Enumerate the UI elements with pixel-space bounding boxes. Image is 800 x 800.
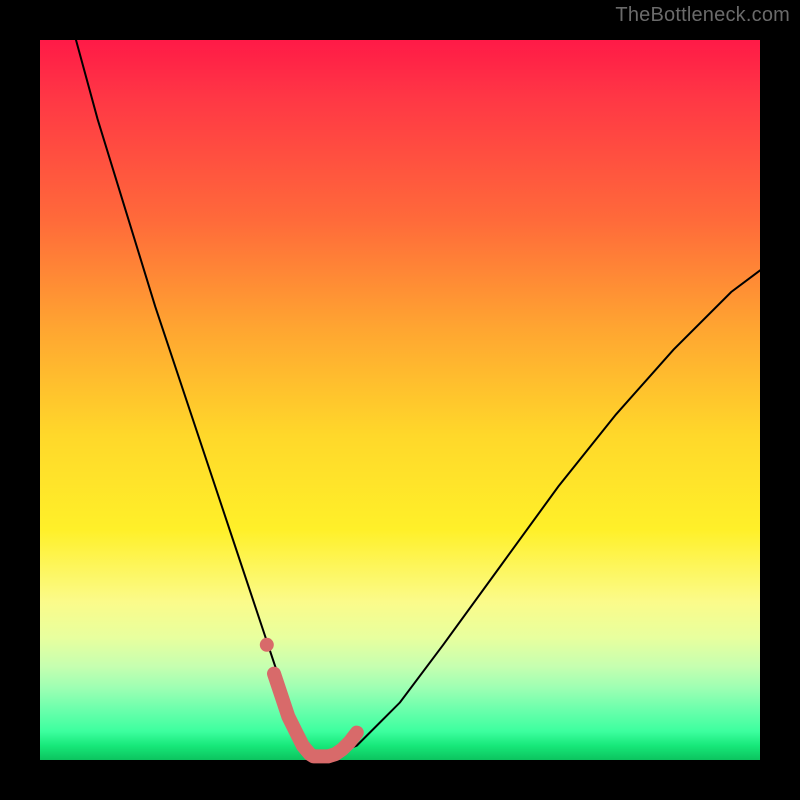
chart-frame: TheBottleneck.com (0, 0, 800, 800)
plot-area (40, 40, 760, 760)
bottleneck-curve (76, 40, 760, 756)
isolated-dot (260, 638, 274, 652)
optimal-zone-marker (274, 674, 357, 757)
watermark-text: TheBottleneck.com (615, 4, 790, 27)
chart-svg (40, 40, 760, 760)
